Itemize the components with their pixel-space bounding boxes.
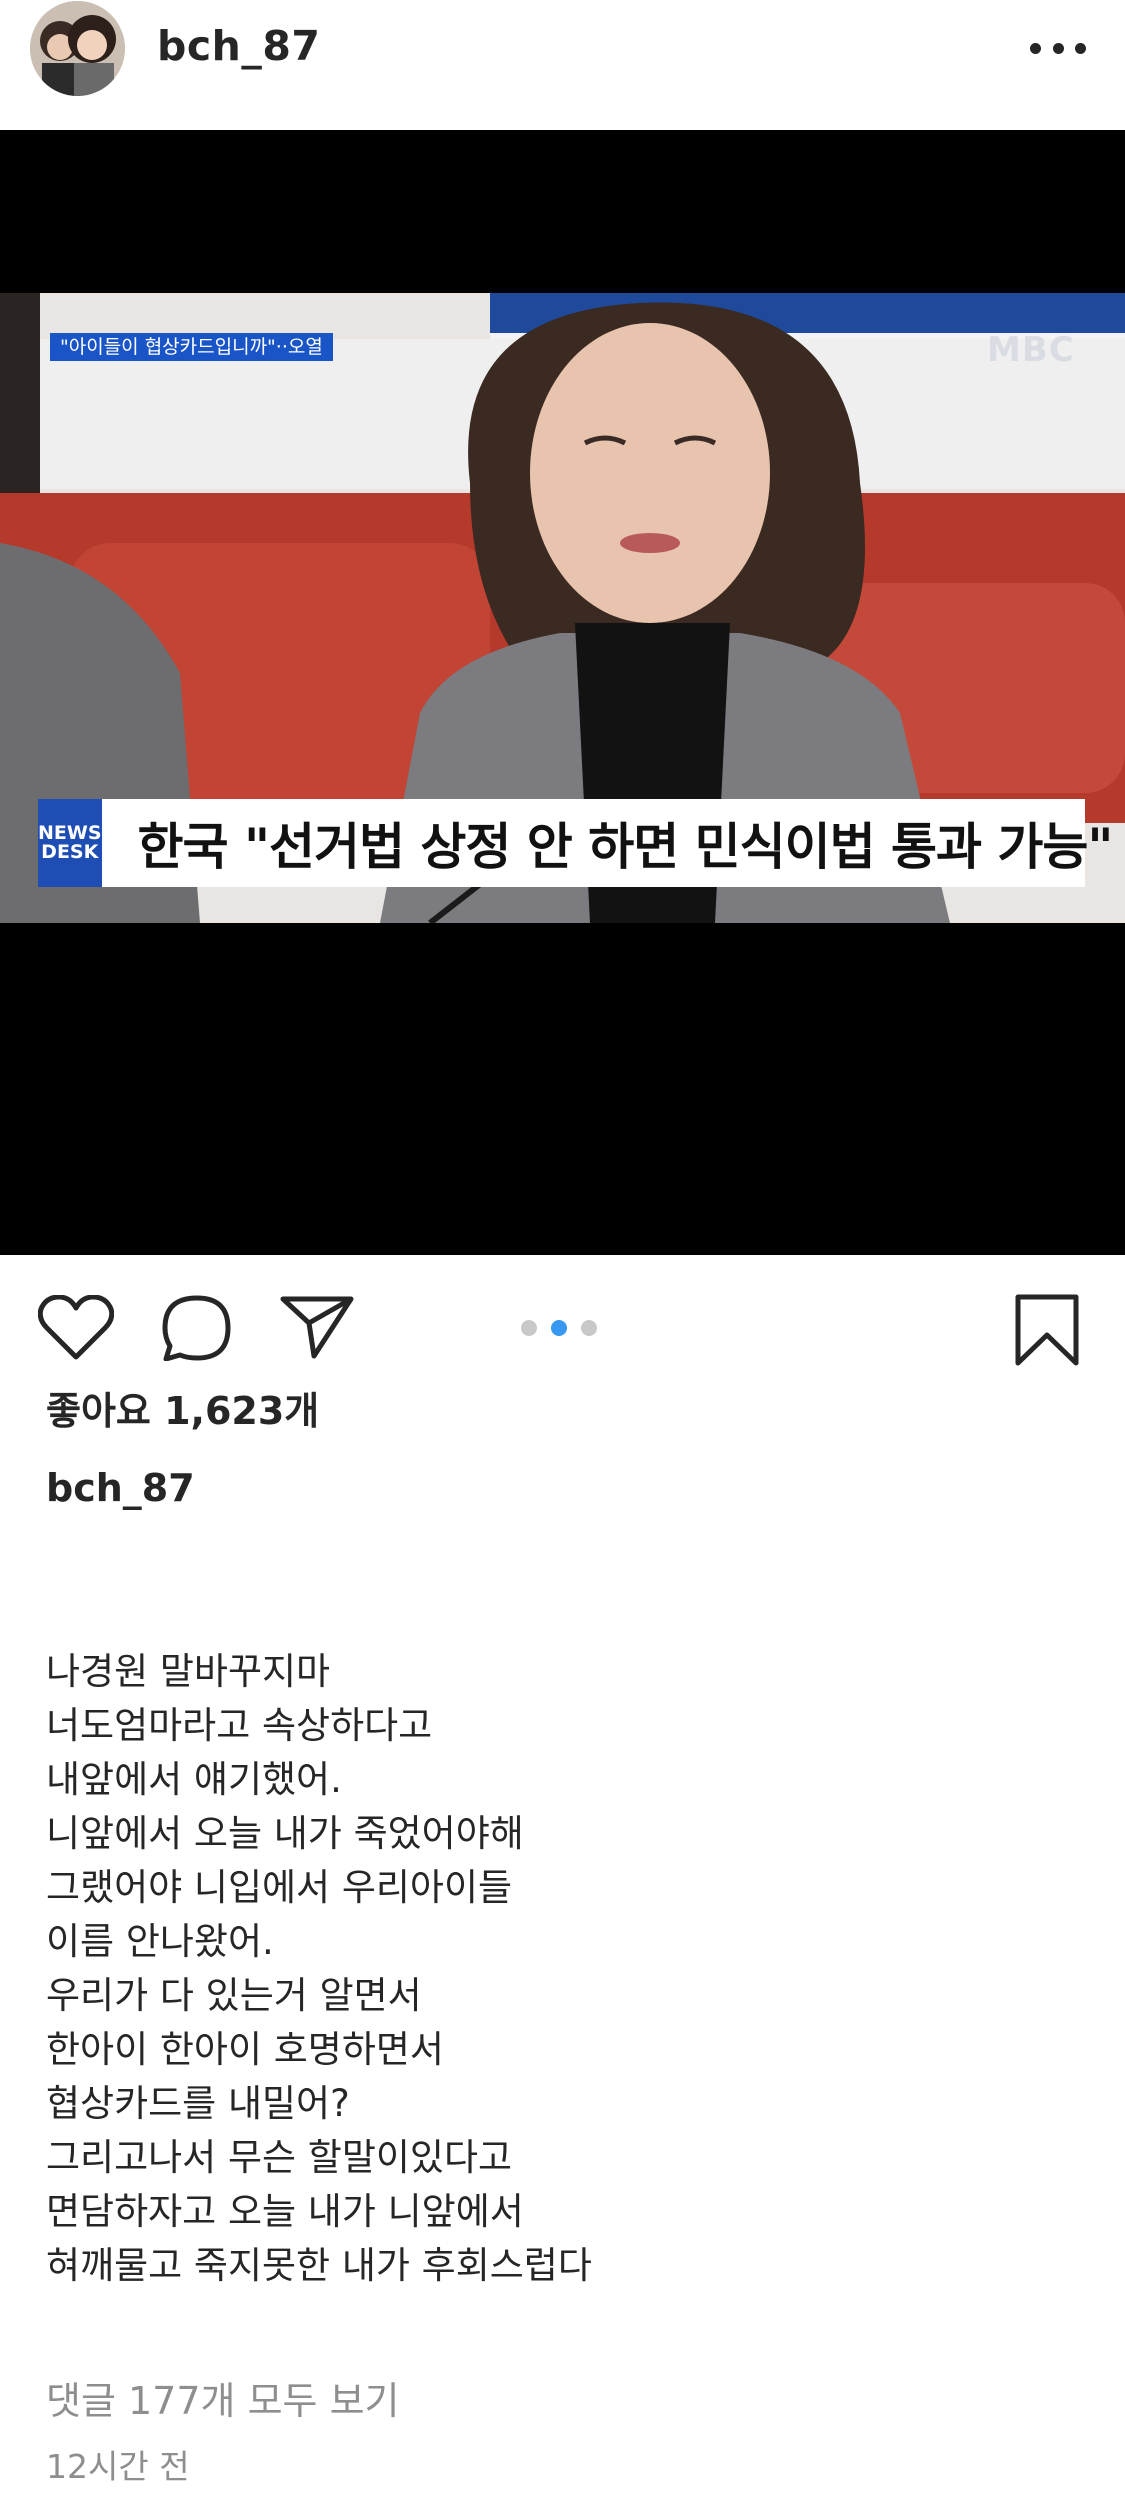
post-username[interactable]: bch_87	[157, 22, 320, 70]
caption-line: 우리가 다 있는거 알면서	[46, 1974, 422, 2017]
carousel-indicator	[521, 1320, 597, 1336]
post-timestamp: 12시간 전	[46, 2447, 190, 2486]
heart-icon[interactable]	[37, 1294, 115, 1365]
paper-plane-icon[interactable]	[280, 1295, 354, 1363]
caption-line: 너도엄마라고 속상하다고	[46, 1704, 433, 1747]
post-media[interactable]: "아이들이 협상카드입니까"··오열 MBC NEWS DESK 한국 "선거법…	[0, 130, 1125, 1255]
caption-username[interactable]: bch_87	[46, 1466, 195, 1510]
caption-text: 나경원 말바꾸지마 너도엄마라고 속상하다고 내앞에서 얘기했어. 니앞에서 오…	[46, 1645, 592, 2293]
carousel-dot	[581, 1320, 597, 1336]
caption-line: 이름 안나왔어.	[46, 1920, 274, 1963]
caption-line: 니앞에서 오늘 내가 죽었어야해	[46, 1812, 524, 1855]
caption-line: 면담하자고 오늘 내가 니앞에서	[46, 2190, 524, 2233]
carousel-dot	[521, 1320, 537, 1336]
action-bar	[0, 1255, 1125, 1375]
caption-line: 그랬어야 니입에서 우리아이들	[46, 1866, 513, 1909]
post-header: bch_87	[0, 0, 1125, 130]
news-lower-third: NEWS DESK 한국 "선거법 상정 안 하면 민식이법 통과 가능"	[38, 799, 1113, 887]
avatar[interactable]	[30, 1, 125, 96]
news-top-chip: "아이들이 협상카드입니까"··오열	[50, 333, 333, 361]
channel-logo: MBC	[987, 330, 1075, 370]
news-desk-logo: NEWS DESK	[38, 799, 102, 887]
more-options-icon[interactable]	[1030, 34, 1086, 62]
caption-line: 나경원 말바꾸지마	[46, 1650, 331, 1693]
caption-line: 혀깨물고 죽지못한 내가 후회스럽다	[46, 2244, 592, 2287]
likes-count[interactable]: 좋아요 1,623개	[46, 1380, 319, 1435]
profile-photo-avatar	[30, 1, 125, 96]
bookmark-icon[interactable]	[1014, 1293, 1080, 1371]
video-frame: "아이들이 협상카드입니까"··오열 MBC NEWS DESK 한국 "선거법…	[0, 293, 1125, 923]
caption-line: 내앞에서 얘기했어.	[46, 1758, 342, 1801]
comment-bubble-icon[interactable]	[162, 1295, 232, 1365]
carousel-dot-active	[551, 1320, 567, 1336]
caption-line: 그리고나서 무슨 할말이있다고	[46, 2136, 513, 2179]
caption-line: 한아이 한아이 호명하면서	[46, 2028, 444, 2071]
view-all-comments-link[interactable]: 댓글 177개 모두 보기	[46, 2370, 400, 2425]
news-headline: 한국 "선거법 상정 안 하면 민식이법 통과 가능"	[137, 818, 1114, 876]
caption-line: 협상카드를 내밀어?	[46, 2082, 350, 2125]
